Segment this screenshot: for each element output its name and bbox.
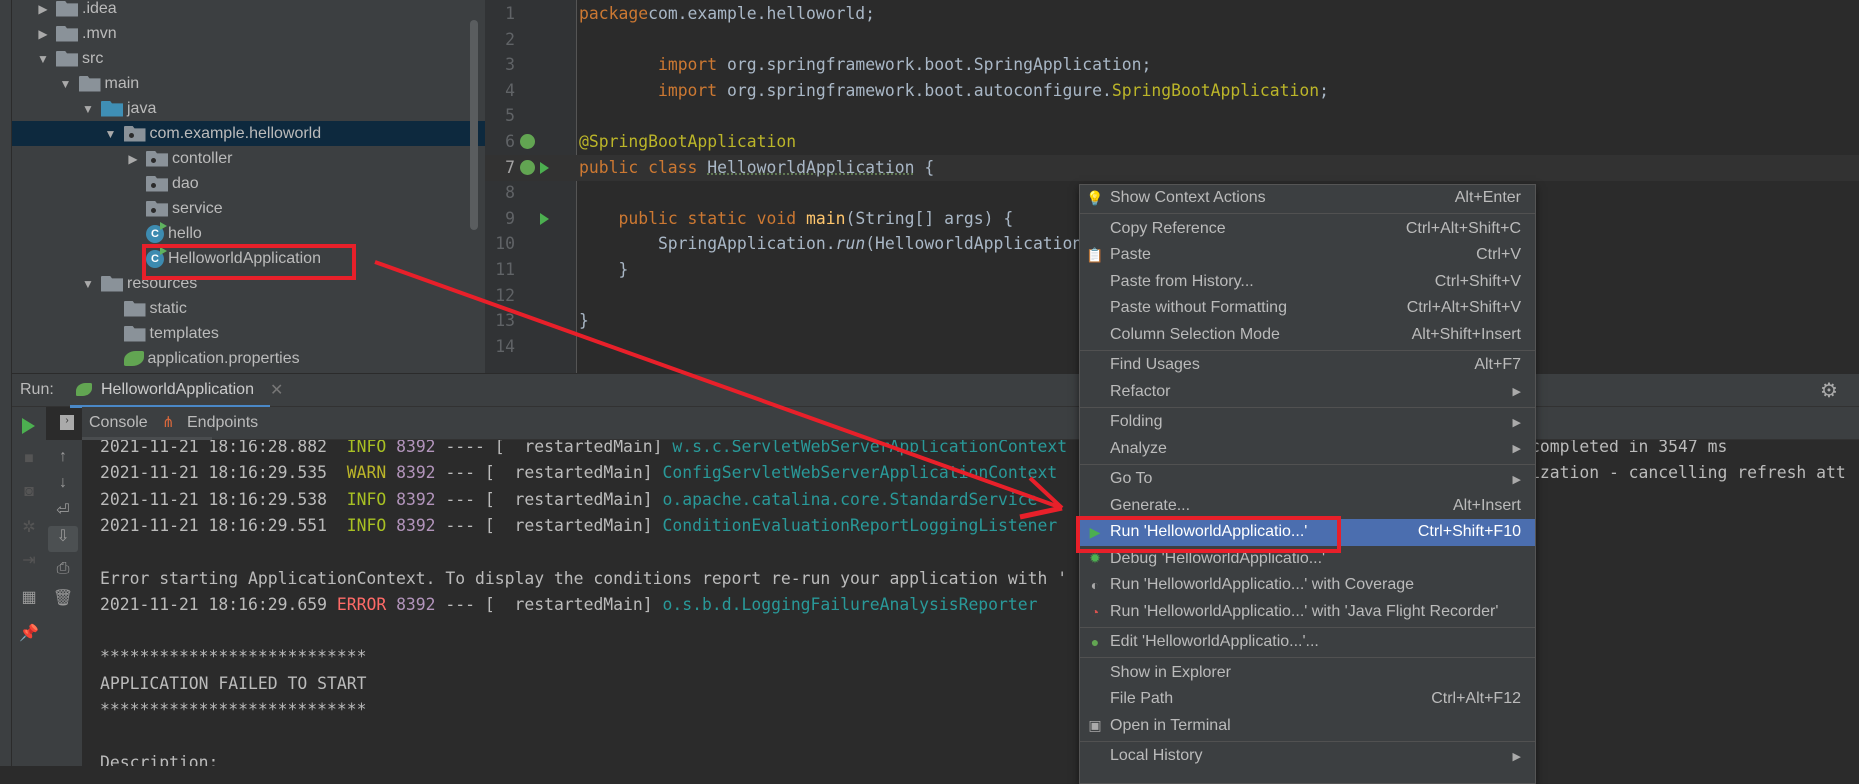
annotation-arrow [374,260,1064,520]
